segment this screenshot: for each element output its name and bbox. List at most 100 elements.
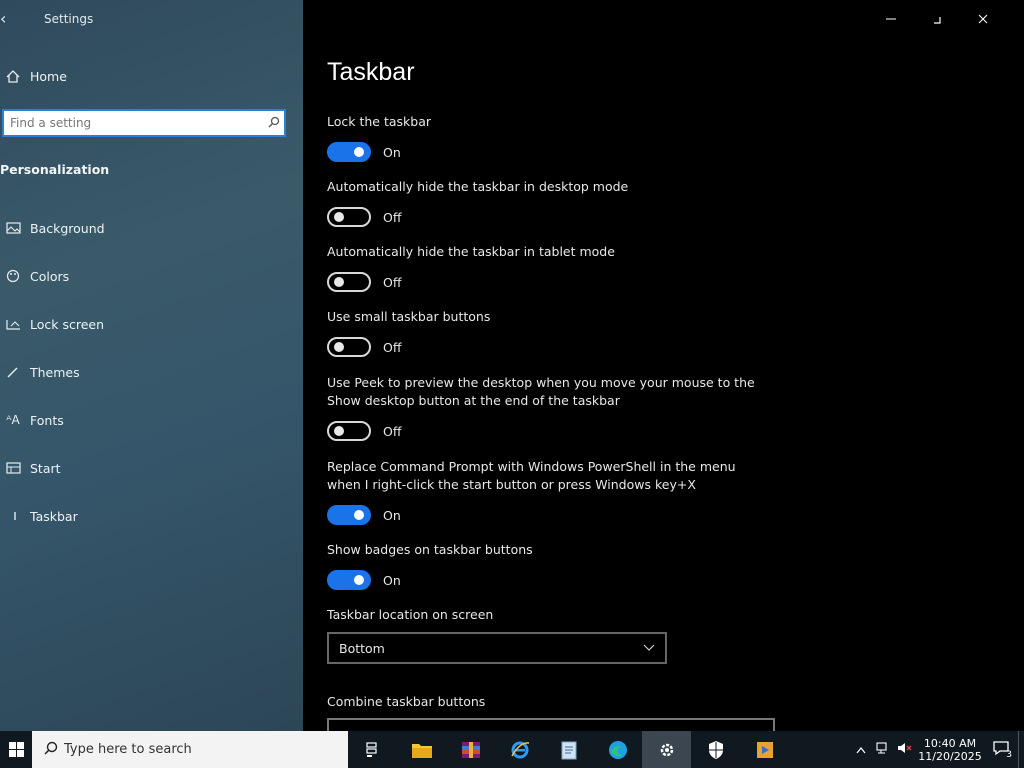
search-input[interactable] [4,111,264,135]
restore-icon[interactable] [919,6,955,32]
toggle-state: On [383,572,401,588]
file-explorer-icon[interactable] [397,731,446,768]
sidebar-item-label: Start [30,460,61,476]
taskbar-search-box[interactable]: Type here to search [32,731,348,768]
notepad-icon[interactable] [544,731,593,768]
sidebar-item-home[interactable]: Home [0,64,67,88]
lock-taskbar-toggle-row[interactable]: On [327,142,401,162]
notification-center-icon[interactable]: 3 [984,740,1018,760]
sidebar-item-label: Fonts [30,412,64,428]
taskbar-clock[interactable]: 10:40 AM 11/20/2025 [916,737,984,763]
setting-label: Automatically hide the taskbar in tablet… [327,244,615,259]
sidebar-item-start[interactable]: Start [0,456,61,480]
minimize-icon[interactable] [873,6,909,32]
toggle-state: On [383,507,401,523]
search-placeholder: Type here to search [64,742,192,757]
home-icon [2,69,24,83]
badges-toggle-row[interactable]: On [327,570,401,590]
auto-hide-tablet-toggle[interactable] [327,272,371,292]
close-icon[interactable] [965,6,1001,32]
clock-date: 11/20/2025 [918,749,982,763]
auto-hide-desktop-toggle-row[interactable]: Off [327,207,401,227]
setting-label: Use Peek to preview the desktop when you… [327,375,755,408]
combine-label: Combine taskbar buttons [327,694,486,709]
location-label: Taskbar location on screen [327,607,494,622]
internet-explorer-icon[interactable] [495,731,544,768]
notification-count: 3 [1006,749,1012,760]
brush-icon [2,365,24,379]
peek-toggle-row[interactable]: Off [327,421,401,441]
back-arrow-icon[interactable]: ‹ [0,8,16,30]
setting-label: Use small taskbar buttons [327,309,491,324]
picture-icon [2,222,24,234]
toggle-state: Off [383,209,402,225]
edge-icon[interactable] [593,731,642,768]
toggle-knob [334,342,344,352]
show-desktop-button[interactable] [1018,731,1024,768]
combine-buttons-dropdown[interactable] [327,718,775,731]
windows-logo-icon [8,742,24,757]
toggle-knob [334,426,344,436]
toggle-knob [354,575,364,585]
toggle-state: Off [383,423,402,439]
section-heading: Personalization [0,162,110,177]
toggle-state: Off [383,339,402,355]
lock-screen-icon [2,318,24,330]
start-button[interactable] [0,731,32,768]
auto-hide-desktop-toggle[interactable] [327,207,371,227]
powershell-toggle[interactable] [327,505,371,525]
toggle-state: On [383,144,401,160]
small-buttons-toggle[interactable] [327,337,371,357]
sidebar-item-lock-screen[interactable]: Lock screen [0,312,104,336]
task-view-icon[interactable] [348,731,397,768]
security-icon[interactable] [691,731,740,768]
sidebar-item-themes[interactable]: Themes [0,360,80,384]
setting-label: Lock the taskbar [327,114,432,129]
small-buttons-toggle-row[interactable]: Off [327,337,401,357]
setting-label: Automatically hide the taskbar in deskto… [327,179,629,194]
winrar-icon[interactable] [446,731,495,768]
sidebar-item-label: Themes [30,364,80,380]
fonts-icon: ᴬA [6,413,20,427]
sidebar-item-label: Background [30,220,105,236]
page-title: Taskbar [327,58,415,86]
speaker-muted-icon[interactable] [894,742,916,757]
media-player-icon[interactable] [740,731,789,768]
clock-time: 10:40 AM [923,736,977,750]
badges-toggle[interactable] [327,570,371,590]
window-title: Settings [44,12,94,26]
taskbar-location-dropdown[interactable]: Bottom [327,632,667,664]
sidebar-item-label: Lock screen [30,316,105,332]
toggle-knob [354,510,364,520]
chevron-down-icon [643,642,655,655]
peek-toggle[interactable] [327,421,371,441]
sidebar-item-colors[interactable]: Colors [0,264,69,288]
toggle-knob [334,277,344,287]
setting-label: Replace Command Prompt with Windows Powe… [327,459,736,492]
palette-icon [2,269,24,283]
windows-taskbar: Type here to search 10:40 AM 11/20/2025 … [0,731,1024,768]
find-setting-search[interactable] [2,109,286,137]
search-icon [38,741,64,759]
powershell-toggle-row[interactable]: On [327,505,401,525]
sidebar-item-background[interactable]: Background [0,216,105,240]
chevron-up-icon[interactable] [850,743,872,757]
settings-icon[interactable] [642,731,691,768]
sidebar-item-taskbar[interactable]: Taskbar [0,504,78,528]
toggle-state: Off [383,274,402,290]
toggle-knob [334,212,344,222]
search-icon[interactable] [264,116,284,131]
system-tray: 10:40 AM 11/20/2025 3 [850,731,1024,768]
settings-sidebar: ‹ Settings Home Personalization Backgrou… [0,0,303,731]
network-icon[interactable] [872,742,894,757]
dropdown-value: Bottom [339,640,385,656]
start-icon [2,462,24,474]
settings-content: Taskbar Lock the taskbar On Automaticall… [303,0,1024,731]
taskbar-icon [2,509,24,523]
auto-hide-tablet-toggle-row[interactable]: Off [327,272,401,292]
sidebar-item-label: Colors [30,268,70,284]
sidebar-item-label: Taskbar [30,508,78,524]
lock-taskbar-toggle[interactable] [327,142,371,162]
sidebar-item-label: Home [30,68,67,84]
sidebar-item-fonts[interactable]: ᴬA Fonts [0,408,64,432]
